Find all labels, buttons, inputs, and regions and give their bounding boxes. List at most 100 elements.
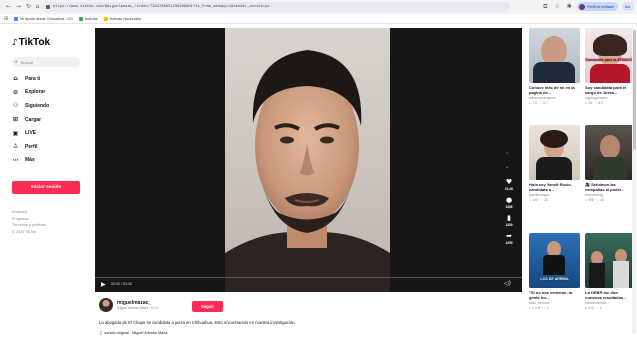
share-count: 1259 [505, 241, 513, 245]
screen-cast-icon[interactable]: ⧉ [541, 3, 549, 11]
bookmark-favicon [78, 16, 83, 21]
login-button[interactable]: Iniciar sesión [12, 181, 80, 194]
music-note-icon: ♫ [99, 330, 103, 335]
recommended-card[interactable]: Conóceme para la ATENCIÓN Soy candidata … [585, 28, 636, 105]
sidebar-footer: Empresa Programa Términos y políticas © … [12, 210, 46, 234]
card-user[interactable]: radio_fomento [529, 301, 580, 305]
sidebar-item-explorar[interactable]: ⊘ Explorar [12, 86, 84, 100]
bookmark-favicon [14, 16, 19, 21]
logo-text: TikTok [18, 37, 51, 48]
card-title: 🎥 Sefuimos las campañas al poder... [585, 182, 625, 192]
letterbox-left [95, 28, 225, 292]
upload-icon: ⊞ [12, 116, 19, 124]
video-actions: ♥ 15,4K ● 1366 ▮ 1409 ➦ 1259 [500, 177, 518, 246]
recommended-card[interactable]: LOS DE ARRIBA "Si no nos esmeran, la gen… [529, 233, 580, 310]
compass-icon: ⊘ [12, 88, 19, 96]
site-info-icon[interactable] [46, 5, 50, 9]
sidebar-item-live[interactable]: ▣ LIVE [12, 126, 84, 140]
scrollbar-thumb[interactable] [632, 30, 636, 150]
apps-icon[interactable]: ⊞ [4, 16, 8, 22]
card-title: Soy candidata para el cargo de Jueza... [585, 85, 627, 95]
sidebar-item-label: Siguiendo [25, 102, 50, 109]
home-icon: ⌂ [13, 75, 18, 83]
address-bar[interactable]: https://www.tiktok.com/@miguelmazac_/vid… [42, 2, 510, 12]
sidebar-item-mas[interactable]: ⋯ Más [12, 154, 84, 168]
star-icon[interactable]: ☆ [553, 3, 561, 11]
card-stats: ▷ 511 · ♡ 1 [585, 306, 602, 310]
bookmark-action[interactable]: ▮ 1409 [505, 213, 514, 228]
card-user[interactable]: elejerciciodg [585, 193, 636, 197]
sidebar-item-label: LIVE [25, 130, 37, 137]
card-title: "Si no nos esmeran, la gente les... [529, 290, 573, 300]
bookmark-label: Noticias Nacionales [109, 16, 142, 21]
comment-count: 1366 [505, 205, 513, 209]
bookmark-item[interactable]: Mi ayuda desde Chihuahua - GO [14, 16, 73, 21]
recommended-card[interactable]: Hola soy Yanelt Rocio, candidata a... ya… [529, 125, 580, 202]
search-icon: ⌕ [15, 59, 18, 65]
update-button[interactable]: Act. [621, 2, 634, 11]
follow-button[interactable]: Seguir [192, 301, 223, 312]
sidebar-item-cargar[interactable]: ⊞ Cargar [12, 113, 84, 127]
bookmark-label: Noticias [84, 16, 98, 21]
search-placeholder: Buscar [20, 59, 34, 65]
address-url: https://www.tiktok.com/@miguelmazac_/vid… [53, 5, 270, 9]
next-video-icon[interactable]: ⌄ [505, 164, 509, 170]
tiktok-logo[interactable]: ♪ TikTok [12, 37, 50, 48]
bookmark-item[interactable]: Noticias Nacionales [103, 16, 142, 21]
share-icon: ➦ [506, 231, 512, 240]
video-thumbnail: LOS DE ARRIBA [529, 233, 580, 288]
back-icon[interactable]: ← [4, 2, 13, 11]
video-thumbnail [529, 28, 580, 83]
sidebar-item-para-ti[interactable]: ⌂ Para ti [12, 72, 84, 86]
card-user[interactable]: angelagonzalez [585, 96, 636, 100]
comment-icon: ● [505, 195, 513, 204]
letterbox-right [390, 28, 522, 292]
reload-icon[interactable]: ↻ [24, 2, 33, 11]
page-scrollbar[interactable] [632, 28, 636, 333]
following-icon: ⚇ [12, 102, 19, 110]
volume-icon[interactable]: ◁) [504, 280, 511, 287]
card-stats: ▷ 16 · ♡ 8.4 [585, 101, 603, 105]
music-link[interactable]: ♫ sonido original - Miguel Alfonso Maza [99, 330, 167, 335]
search-input[interactable]: ⌕ Buscar [12, 57, 80, 67]
like-count: 15,4K [504, 187, 514, 191]
card-user[interactable]: bibliotecamdsa [585, 301, 636, 305]
recommended-card[interactable]: La OEBR me dice nuestros resultados... b… [585, 233, 636, 310]
browser-toolbar: ← → ↻ ⌂ https://www.tiktok.com/@miguelma… [0, 0, 637, 14]
previous-video-icon[interactable]: ⌃ [505, 152, 509, 158]
footer-link[interactable]: Programa [12, 217, 46, 221]
video-controls: ▶ 00:02 / 01:30 ◁) [95, 277, 522, 292]
share-action[interactable]: ➦ 1259 [505, 231, 514, 246]
recommended-card[interactable]: 🎥 Sefuimos las campañas al poder... elej… [585, 125, 636, 202]
card-user[interactable]: yaneltrocioguz [529, 193, 580, 197]
footer-link[interactable]: Términos y políticas [12, 223, 46, 227]
play-icon[interactable]: ▶ [101, 281, 106, 288]
card-user[interactable]: adrianmonteagudo [529, 96, 580, 100]
footer-link[interactable]: Empresa [12, 210, 46, 214]
author-info[interactable]: miguelmazac_ Miguel Alfonso Maza · 6-24 [99, 298, 158, 312]
profile-button[interactable]: Perfil de invitado [577, 2, 618, 11]
comment-action[interactable]: ● 1366 [505, 195, 514, 210]
tiktok-sidebar: ♪ TikTok ⌕ Buscar ⌂ Para ti ⊘ Explorar ⚇ Si… [0, 24, 92, 339]
avatar[interactable] [99, 298, 113, 312]
video-player[interactable] [95, 28, 522, 292]
profile-avatar [579, 3, 586, 10]
card-title: La OEBR me dice nuestros resultados... [585, 290, 627, 300]
bookmark-item[interactable]: Noticias [78, 16, 98, 21]
extensions-icon[interactable]: ✱ [565, 3, 573, 11]
like-action[interactable]: ♥ 15,4K [504, 177, 514, 192]
thumbnail-caption: Conóceme para la ATENCIÓN [585, 58, 636, 62]
sidebar-item-label: Cargar [25, 116, 42, 123]
bookmarks-bar: ⊞ Mi ayuda desde Chihuahua - GO Noticias… [0, 14, 637, 24]
author-subtitle: Miguel Alfonso Maza · 6-24 [117, 306, 159, 310]
bookmark-favicon [103, 16, 108, 21]
sidebar-item-siguiendo[interactable]: ⚇ Siguiendo [12, 99, 84, 113]
card-title: Hola soy Yanelt Rocio, candidata a... [529, 182, 572, 192]
home-browser-icon[interactable]: ⌂ [33, 2, 42, 11]
video-navigation: ⌃ ⌄ [505, 152, 509, 170]
forward-icon[interactable]: → [14, 2, 23, 11]
recommended-card[interactable]: Conoce más de mí en la página de... adri… [529, 28, 580, 105]
sidebar-item-perfil[interactable]: ♙ Perfil [12, 140, 84, 154]
profile-icon: ♙ [12, 143, 19, 151]
profile-label: Perfil de invitado [587, 4, 614, 9]
